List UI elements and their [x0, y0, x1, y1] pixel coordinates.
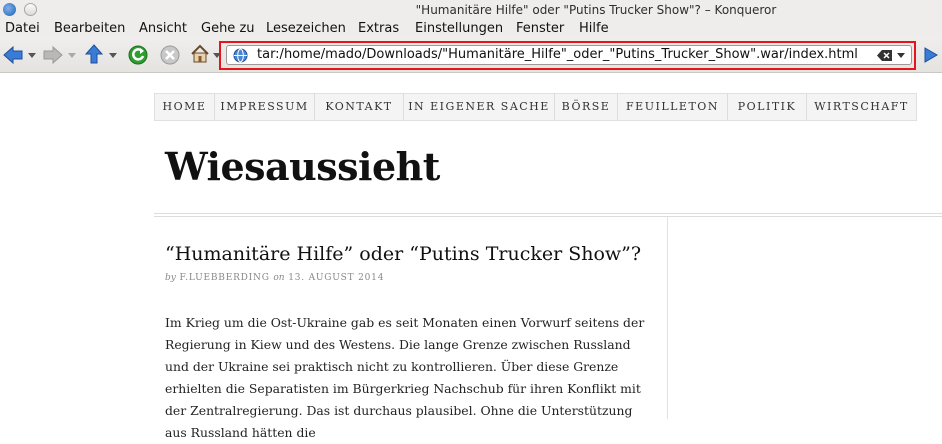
forward-arrow-icon[interactable]	[43, 46, 63, 64]
menu-fenster[interactable]: Fenster	[516, 21, 564, 36]
url-history-chevron-icon[interactable]	[897, 53, 905, 58]
menu-ansicht[interactable]: Ansicht	[139, 21, 187, 36]
forward-history-chevron-icon[interactable]	[68, 53, 76, 58]
nav-feuilleton[interactable]: FEUILLETON	[618, 94, 728, 120]
menu-hilfe[interactable]: Hilfe	[579, 21, 609, 36]
sidebar-divider	[667, 217, 668, 419]
post-author[interactable]: F.LUEBBERDING	[180, 273, 270, 283]
menu-bearbeiten[interactable]: Bearbeiten	[54, 21, 125, 36]
page-globe-icon	[233, 48, 248, 63]
back-history-chevron-icon[interactable]	[28, 53, 36, 58]
up-history-chevron-icon[interactable]	[109, 53, 117, 58]
nav-kontakt[interactable]: KONTAKT	[315, 94, 404, 120]
site-title[interactable]: Wiesaussieht	[165, 144, 440, 189]
nav-wirtschaft[interactable]: WIRTSCHAFT	[807, 94, 916, 120]
menu-gehe-zu[interactable]: Gehe zu	[201, 21, 255, 36]
location-bar[interactable]: tar:/home/mado/Downloads/"Humanitäre_Hil…	[226, 45, 912, 65]
post-byline: by F.LUEBBERDING on 13. AUGUST 2014	[165, 273, 384, 283]
menu-lesezeichen[interactable]: Lesezeichen	[266, 21, 346, 36]
nav-home[interactable]: HOME	[155, 94, 215, 120]
site-navigation: HOME IMPRESSUM KONTAKT IN EIGENER SACHE …	[154, 93, 917, 121]
nav-politik[interactable]: POLITIK	[728, 94, 807, 120]
menu-einstellungen[interactable]: Einstellungen	[415, 21, 503, 36]
back-arrow-icon[interactable]	[3, 46, 23, 64]
menu-datei[interactable]: Datei	[5, 21, 40, 36]
post-title[interactable]: “Humanitäre Hilfe” oder “Putins Trucker …	[165, 243, 641, 265]
nav-boerse[interactable]: BÖRSE	[555, 94, 618, 120]
up-arrow-icon[interactable]	[85, 44, 103, 64]
post-body: Im Krieg um die Ost-Ukraine gab es seit …	[165, 312, 645, 444]
header-divider-secondary	[154, 216, 942, 217]
menu-bar: Datei Bearbeiten Ansicht Gehe zu Lesezei…	[0, 20, 942, 38]
clear-url-icon[interactable]	[877, 50, 892, 61]
url-input[interactable]: tar:/home/mado/Downloads/"Humanitäre_Hil…	[257, 47, 858, 62]
header-divider	[154, 213, 942, 214]
byline-on: on	[273, 273, 285, 283]
post-date[interactable]: 13. AUGUST 2014	[288, 273, 384, 283]
title-bar: "Humanitäre Hilfe" oder "Putins Trucker …	[0, 0, 942, 20]
menu-extras[interactable]: Extras	[358, 21, 399, 36]
post-paragraph: Im Krieg um die Ost-Ukraine gab es seit …	[165, 315, 645, 440]
reload-icon[interactable]	[128, 45, 148, 65]
window-title: "Humanitäre Hilfe" oder "Putins Trucker …	[415, 3, 777, 17]
go-arrow-icon[interactable]	[922, 46, 939, 64]
nav-in-eigener-sache[interactable]: IN EIGENER SACHE	[404, 94, 555, 120]
nav-impressum[interactable]: IMPRESSUM	[215, 94, 315, 120]
home-icon[interactable]	[190, 44, 210, 64]
byline-by: by	[165, 273, 176, 283]
stop-icon[interactable]	[160, 45, 180, 65]
